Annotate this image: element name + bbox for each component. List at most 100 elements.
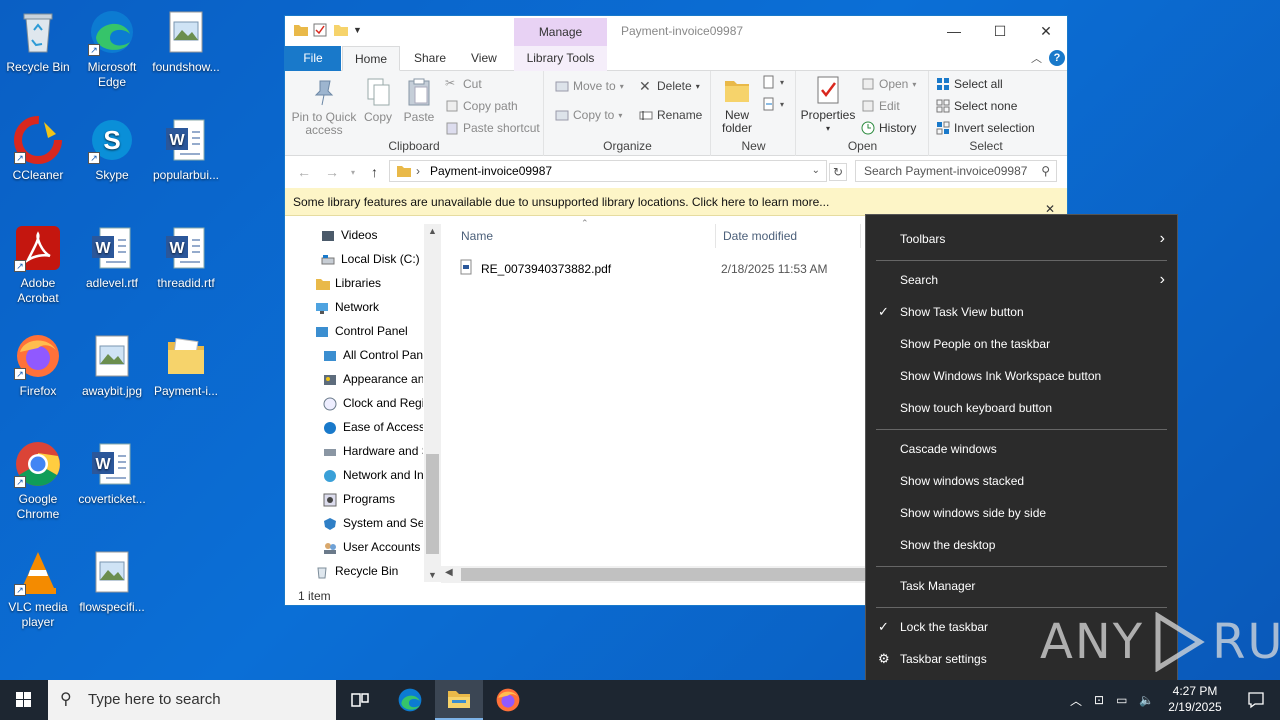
address-bar[interactable]: › Payment-invoice09987 ⌄ xyxy=(389,160,827,182)
open-button[interactable]: Open ▾ xyxy=(861,77,916,91)
paste-shortcut-button[interactable]: Paste shortcut xyxy=(445,121,540,135)
desktop-icon-coverticket[interactable]: W coverticket... xyxy=(74,440,150,507)
nav-item-user-accounts[interactable]: User Accounts xyxy=(323,536,423,558)
select-all-button[interactable]: Select all xyxy=(936,77,1003,91)
tab-library-tools[interactable]: Library Tools xyxy=(514,46,607,71)
desktop-icon-payment-folder[interactable]: Payment-i... xyxy=(148,332,224,399)
minimize-button[interactable]: — xyxy=(931,16,977,46)
nav-item-recycle-bin[interactable]: Recycle Bin xyxy=(315,560,398,582)
paste-button[interactable]: Paste xyxy=(401,77,437,124)
desktop-icon-threadid[interactable]: W threadid.rtf xyxy=(148,224,224,291)
desktop-icon-ccleaner[interactable]: ↗ CCleaner xyxy=(0,116,76,183)
desktop-icon-popularbui[interactable]: W popularbui... xyxy=(148,116,224,183)
nav-item-local-disk[interactable]: Local Disk (C:) xyxy=(321,248,420,270)
network-status-icon[interactable]: ▭ xyxy=(1116,693,1127,707)
select-none-button[interactable]: Select none xyxy=(936,99,1017,113)
nav-item-network-internet[interactable]: Network and Internet xyxy=(323,464,423,486)
forward-arrow-icon[interactable]: → xyxy=(325,164,339,180)
nav-item-programs[interactable]: Programs xyxy=(323,488,423,510)
column-header-name[interactable]: Name xyxy=(461,229,493,243)
desktop-icon-vlc[interactable]: ↗ VLC media player xyxy=(0,548,76,630)
menu-item-windows-side-by-side[interactable]: Show windows side by side xyxy=(866,497,1177,529)
nav-item-hardware[interactable]: Hardware and Sound xyxy=(323,440,423,462)
rename-button[interactable]: Rename xyxy=(639,108,702,122)
nav-item-all-control-panel[interactable]: All Control Panel Items xyxy=(323,344,423,366)
tray-overflow-chevron-icon[interactable]: ︿ xyxy=(1070,692,1082,709)
nav-item-control-panel[interactable]: Control Panel xyxy=(315,320,408,342)
delete-button[interactable]: ✕ Delete ▾ xyxy=(639,79,700,93)
scroll-thumb[interactable] xyxy=(426,454,439,554)
column-divider[interactable] xyxy=(860,224,861,248)
nav-item-appearance[interactable]: Appearance and Personalization xyxy=(323,368,423,390)
taskbar-clock[interactable]: 4:27 PM 2/19/2025 xyxy=(1160,683,1230,715)
desktop-icon-firefox[interactable]: ↗ Firefox xyxy=(0,332,76,399)
menu-item-show-people[interactable]: Show People on the taskbar xyxy=(866,328,1177,360)
copy-button[interactable]: Copy xyxy=(361,77,395,124)
task-view-button[interactable] xyxy=(336,680,384,720)
desktop-icon-adlevel[interactable]: W adlevel.rtf xyxy=(74,224,150,291)
taskbar-search-box[interactable]: ⚲ Type here to search xyxy=(48,680,336,720)
menu-item-cascade-windows[interactable]: Cascade windows xyxy=(866,433,1177,465)
qat-dropdown-icon[interactable]: ▼ xyxy=(353,23,363,37)
maximize-button[interactable]: ☐ xyxy=(977,16,1023,46)
history-button[interactable]: History xyxy=(861,121,916,135)
nav-item-videos[interactable]: Videos xyxy=(321,224,377,246)
refresh-icon[interactable]: ↻ xyxy=(829,163,847,181)
tab-file[interactable]: File xyxy=(285,46,341,71)
volume-icon[interactable]: 🔈 xyxy=(1139,693,1154,707)
file-name[interactable]: RE_0073940373882.pdf xyxy=(481,262,713,276)
scroll-up-icon[interactable]: ▲ xyxy=(428,226,437,236)
cut-button[interactable]: ✂ Cut xyxy=(445,77,482,91)
start-button[interactable] xyxy=(0,680,48,720)
new-item-button[interactable]: ▾ xyxy=(762,75,784,89)
desktop-icon-skype[interactable]: S ↗ Skype xyxy=(74,116,150,183)
breadcrumb-current[interactable]: Payment-invoice09987 xyxy=(430,164,552,178)
nav-item-network[interactable]: Network xyxy=(315,296,379,318)
notification-center-button[interactable] xyxy=(1232,680,1280,720)
file-row[interactable]: RE_0073940373882.pdf 2/18/2025 11:53 AM xyxy=(459,259,828,278)
pin-quick-access-button[interactable]: Pin to Quick access xyxy=(289,77,359,137)
nav-item-libraries[interactable]: Libraries xyxy=(315,272,381,294)
scroll-down-icon[interactable]: ▼ xyxy=(428,570,437,580)
desktop-icon-foundshow[interactable]: foundshow... xyxy=(148,8,224,75)
menu-item-toolbars[interactable]: Toolbars › xyxy=(866,223,1177,255)
address-dropdown-icon[interactable]: ⌄ xyxy=(812,161,820,181)
menu-item-search[interactable]: Search › xyxy=(866,264,1177,296)
menu-item-task-manager[interactable]: Task Manager xyxy=(866,570,1177,602)
nav-item-clock[interactable]: Clock and Region xyxy=(323,392,423,414)
title-bar[interactable]: ▼ Manage Payment-invoice09987 — ☐ ✕ xyxy=(285,16,1067,46)
taskbar-edge-button[interactable] xyxy=(386,680,434,720)
copy-to-button[interactable]: Copy to ▾ xyxy=(555,108,622,122)
recent-dropdown-icon[interactable]: ▾ xyxy=(351,168,355,177)
column-divider[interactable] xyxy=(715,224,716,248)
taskbar-firefox-button[interactable] xyxy=(484,680,532,720)
properties-small-icon[interactable] xyxy=(313,23,327,37)
info-bar-text[interactable]: Some library features are unavailable du… xyxy=(293,195,829,209)
search-input[interactable]: Search Payment-invoice09987 xyxy=(864,164,1027,178)
copy-path-button[interactable]: Copy path xyxy=(445,99,518,113)
edit-button[interactable]: Edit xyxy=(861,99,900,113)
desktop-icon-recycle-bin[interactable]: Recycle Bin xyxy=(0,8,76,75)
tab-home[interactable]: Home xyxy=(342,46,401,71)
move-to-button[interactable]: Move to ▾ xyxy=(555,79,624,93)
menu-item-windows-stacked[interactable]: Show windows stacked xyxy=(866,465,1177,497)
close-button[interactable]: ✕ xyxy=(1023,16,1069,46)
menu-item-show-ink-workspace[interactable]: Show Windows Ink Workspace button xyxy=(866,360,1177,392)
desktop-icon-awaybit[interactable]: awaybit.jpg xyxy=(74,332,150,399)
nav-item-system-security[interactable]: System and Security xyxy=(323,512,423,534)
tray-app-icon[interactable]: ⊡ xyxy=(1094,693,1104,707)
taskbar-search-input[interactable]: Type here to search xyxy=(88,691,221,708)
desktop-icon-adobe-acrobat[interactable]: ↗ Adobe Acrobat xyxy=(0,224,76,306)
help-icon[interactable]: ? xyxy=(1049,50,1065,66)
folder-small-icon[interactable] xyxy=(293,23,308,37)
desktop-icon-microsoft-edge[interactable]: ↗ Microsoft Edge xyxy=(74,8,150,90)
taskbar[interactable]: ⚲ Type here to search ︿ ⊡ ▭ 🔈 4:27 PM 2/… xyxy=(0,680,1280,720)
desktop-icon-google-chrome[interactable]: ↗ Google Chrome xyxy=(0,440,76,522)
taskbar-file-explorer-button[interactable] xyxy=(435,680,483,720)
scroll-left-icon[interactable]: ◀ xyxy=(445,567,453,578)
navigation-scrollbar[interactable]: ▲ ▼ xyxy=(424,224,441,582)
search-box[interactable]: Search Payment-invoice09987 ⚲ xyxy=(855,160,1057,182)
menu-item-show-touch-keyboard[interactable]: Show touch keyboard button xyxy=(866,392,1177,424)
tab-share[interactable]: Share xyxy=(402,46,458,71)
library-info-bar[interactable]: Some library features are unavailable du… xyxy=(285,188,1067,216)
